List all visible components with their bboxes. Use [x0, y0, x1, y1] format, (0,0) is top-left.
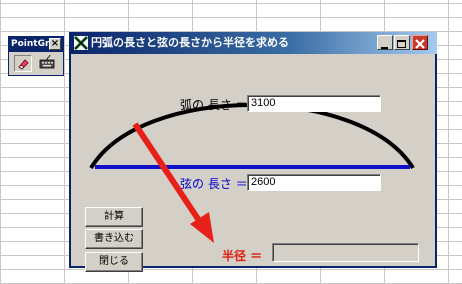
write-button[interactable]: 書き込む: [85, 229, 143, 249]
toolbar-close-button[interactable]: ×: [49, 38, 61, 50]
toolbar-body: [9, 52, 63, 75]
arc-length-input[interactable]: 3100: [247, 95, 381, 112]
pointgr-toolbar: PointGr ×: [8, 36, 64, 76]
radius-calculator-window: 円弧の長さと弦の長さから半径を求める 弧の 長さ ＝ 3100 弦の 長さ ＝ …: [69, 32, 437, 272]
arc-curve: [89, 103, 415, 170]
toolbar-title: PointGr: [11, 39, 49, 49]
keyboard-icon: [39, 54, 55, 69]
close-window-button[interactable]: [412, 35, 428, 50]
excel-app-icon: [73, 35, 89, 51]
radius-output: [272, 243, 419, 262]
minimize-button[interactable]: [377, 35, 393, 50]
close-icon: [415, 39, 425, 49]
chord-length-label: 弦の 長さ ＝: [180, 177, 248, 191]
radius-label: 半径 ＝: [222, 249, 263, 263]
eraser-icon: [18, 59, 29, 70]
minimize-icon: [381, 47, 388, 49]
maximize-icon: [397, 40, 406, 48]
maximize-button[interactable]: [394, 35, 410, 50]
close-button[interactable]: 閉じる: [85, 252, 143, 272]
window-title: 円弧の長さと弦の長さから半径を求める: [91, 36, 289, 49]
arc-length-label: 弧の 長さ ＝: [180, 98, 248, 112]
keyboard-button[interactable]: [38, 54, 56, 72]
window-client-area: 弧の 長さ ＝ 3100 弦の 長さ ＝ 2600 半径 ＝ 計算 書き込む 閉…: [71, 54, 435, 272]
calculate-button[interactable]: 計算: [85, 207, 143, 227]
chord-length-input[interactable]: 2600: [247, 174, 381, 191]
eraser-button[interactable]: [14, 55, 32, 72]
title-bar[interactable]: 円弧の長さと弦の長さから半径を求める: [69, 32, 437, 54]
arrow-head: [190, 212, 214, 243]
